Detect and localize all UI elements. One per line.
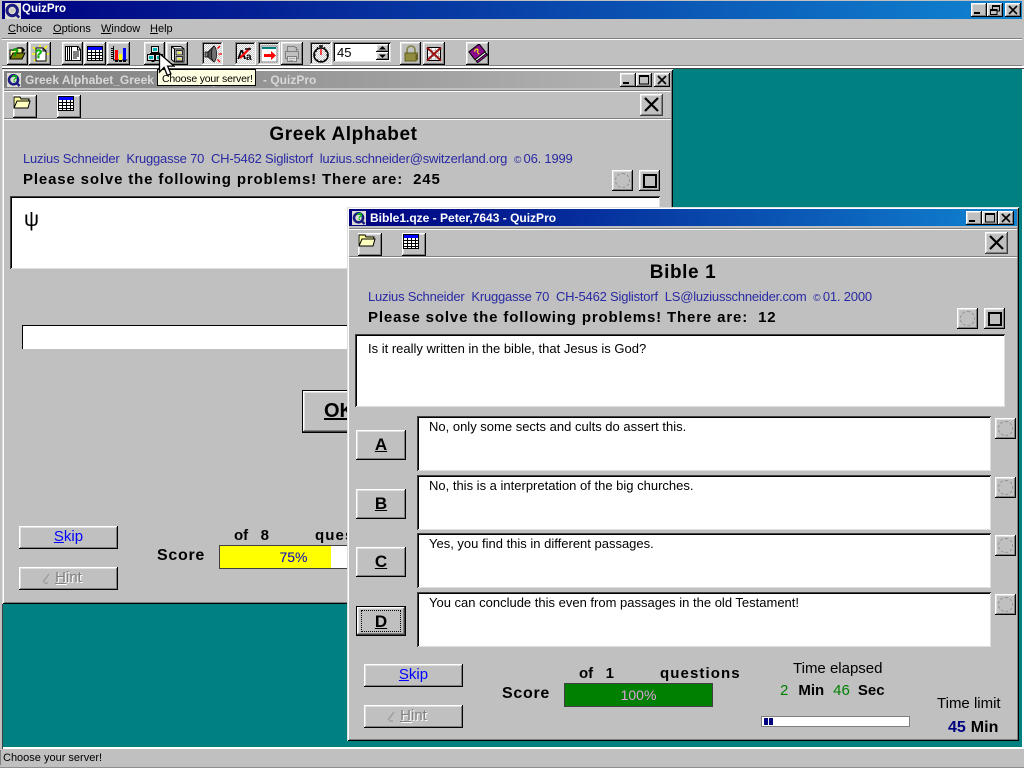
svg-text:?: ? [356,211,362,223]
svg-text:?: ? [12,47,19,59]
svg-text:?: ? [11,73,17,85]
svg-text:?: ? [35,47,42,61]
svg-text:a: a [246,52,252,62]
